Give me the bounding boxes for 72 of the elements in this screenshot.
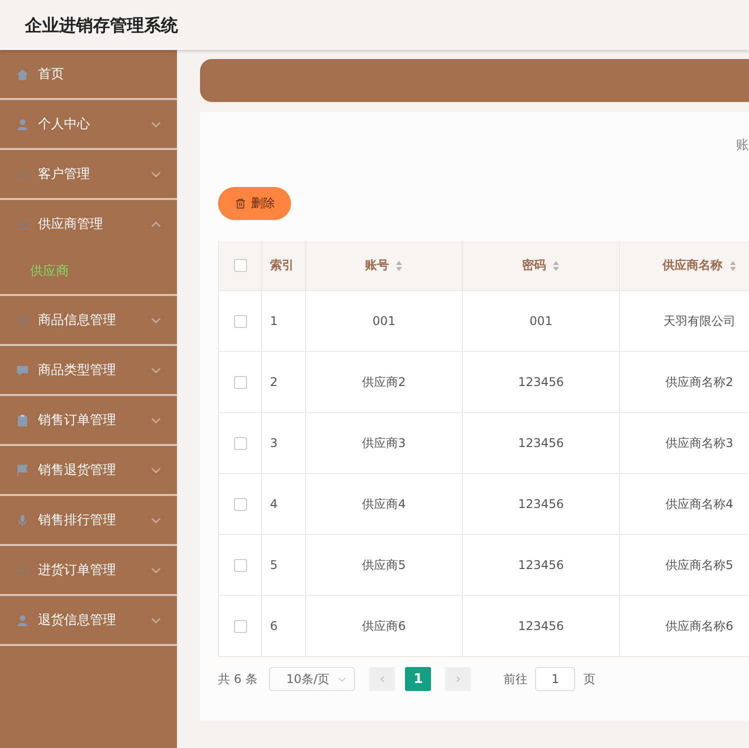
table-cell: 123456 <box>518 619 564 633</box>
checkbox[interactable] <box>234 259 246 272</box>
table-cell: 001 <box>530 314 552 328</box>
page-suffix: 页 <box>583 670 596 688</box>
sort-icon <box>395 260 403 272</box>
table-cell: 3 <box>270 436 278 450</box>
checkbox[interactable] <box>234 620 246 632</box>
user-icon <box>16 614 29 626</box>
menu-item[interactable]: 供应商管理 <box>0 200 177 248</box>
microphone-icon <box>16 514 29 526</box>
table-cell: 供应商5 <box>362 556 406 574</box>
column-header[interactable]: 供应商名称 <box>620 241 749 290</box>
table-cell: 123456 <box>518 497 564 511</box>
table-cell: 供应商2 <box>362 374 406 390</box>
table-cell: 供应商3 <box>362 434 406 452</box>
trash-icon <box>235 198 246 209</box>
goto-label: 前往 <box>503 670 528 688</box>
table-cell: 5 <box>270 558 278 572</box>
table-cell: 001 <box>372 314 396 328</box>
table-cell: 2 <box>270 375 278 389</box>
chat-icon <box>16 364 29 376</box>
page-size-select[interactable]: 10条/页 <box>269 667 356 691</box>
search-label: 账 <box>736 137 749 155</box>
table-cell: 123456 <box>518 558 564 572</box>
menu-item[interactable]: 退货信息管理 <box>0 596 177 644</box>
table-cell: 4 <box>270 497 278 511</box>
table-cell: 1 <box>270 314 278 328</box>
table-cell: 6 <box>270 619 278 633</box>
menu-item[interactable]: 销售退货管理 <box>0 446 177 494</box>
flag-icon <box>16 464 29 476</box>
checkbox[interactable] <box>234 436 246 450</box>
clock-icon <box>16 564 29 576</box>
menu-item[interactable]: 商品信息管理 <box>0 296 177 344</box>
table-cell: 天羽有限公司 <box>664 312 736 330</box>
checkbox[interactable] <box>234 558 246 572</box>
column-header[interactable]: 账号 <box>306 241 463 290</box>
bell-icon <box>16 314 29 326</box>
checkbox[interactable] <box>234 314 246 328</box>
menu-item[interactable]: 进货订单管理 <box>0 546 177 594</box>
page-input[interactable]: 1 <box>535 667 576 691</box>
clipboard-icon <box>16 414 29 426</box>
chevron-icon <box>338 676 346 682</box>
sort-icon <box>552 260 560 272</box>
power-icon <box>16 168 29 180</box>
table-cell: 供应商6 <box>362 618 406 634</box>
column-header[interactable]: 密码 <box>463 241 620 290</box>
list-icon <box>16 218 29 230</box>
submenu-item[interactable]: 供应商 <box>0 248 177 294</box>
app-title: 企业进销存管理系统 <box>25 14 178 36</box>
table-cell: 123456 <box>518 375 564 389</box>
table-cell: 供应商4 <box>362 496 406 512</box>
column-header[interactable]: 索引 <box>262 241 306 290</box>
menu-item[interactable]: 销售订单管理 <box>0 396 177 444</box>
checkbox[interactable] <box>234 498 246 510</box>
menu-item[interactable]: 销售排行管理 <box>0 496 177 544</box>
sort-icon <box>728 260 736 272</box>
table-cell: 供应商名称3 <box>666 434 734 452</box>
table-cell: 供应商名称4 <box>666 496 734 512</box>
home-icon <box>16 68 29 80</box>
checkbox[interactable] <box>234 376 246 388</box>
total-count: 共 6 条 <box>218 670 258 688</box>
delete-button[interactable]: 删除 <box>218 187 291 220</box>
menu-item[interactable]: 商品类型管理 <box>0 346 177 394</box>
menu-item[interactable]: 客户管理 <box>0 150 177 198</box>
table-cell: 供应商名称6 <box>666 618 734 634</box>
table-cell: 供应商名称5 <box>666 556 734 574</box>
table-cell: 供应商名称2 <box>666 374 734 390</box>
menu-item[interactable]: 首页 <box>0 50 177 98</box>
user-icon <box>16 118 29 130</box>
table-cell: 123456 <box>518 436 564 450</box>
menu-item[interactable]: 个人中心 <box>0 100 177 148</box>
page-button[interactable]: 1 <box>405 667 432 691</box>
